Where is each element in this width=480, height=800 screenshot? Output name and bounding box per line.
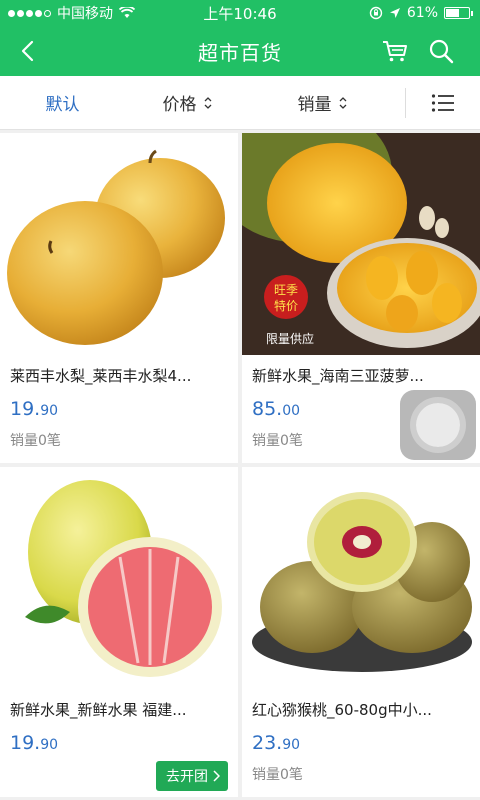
badge-bottom: 特价	[274, 298, 298, 313]
status-left: 中国移动	[8, 3, 135, 23]
top-bar: 中国移动 上午10:46 61% 超市百货	[0, 0, 480, 76]
product-title[interactable]: 新鲜水果_新鲜水果 福建...	[0, 699, 238, 720]
product-image-pears[interactable]	[0, 133, 238, 355]
nav-header: 超市百货	[0, 26, 480, 76]
list-layout-icon	[431, 93, 454, 112]
back-icon[interactable]	[14, 36, 44, 66]
rotation-lock-icon	[369, 6, 383, 20]
battery-fill	[446, 9, 460, 17]
product-card[interactable]: 新鲜水果_新鲜水果 福建... 19.90 去开团	[0, 467, 238, 797]
product-sales: 销量0笔	[10, 433, 61, 449]
product-price: 19.90	[10, 398, 59, 420]
carrier-label: 中国移动	[57, 6, 113, 22]
status-bar: 中国移动 上午10:46 61%	[0, 0, 480, 26]
product-card[interactable]: 红心猕猴桃_60-80g中小... 23.90 销量0笔	[242, 467, 480, 797]
product-title[interactable]: 新鲜水果_海南三亚菠萝...	[242, 365, 480, 386]
sort-toggle-icon	[339, 96, 346, 109]
sort-price-tab[interactable]: 价格	[125, 76, 250, 129]
product-price: 19.90	[10, 732, 59, 754]
start-group-label: 去开团	[166, 769, 208, 785]
badge-top: 旺季	[274, 283, 298, 297]
search-icon[interactable]	[426, 36, 456, 66]
product-image-pomelo[interactable]	[0, 467, 238, 689]
product-card[interactable]: 莱西丰水梨_莱西丰水梨4... 19.90 销量0笔	[0, 133, 238, 463]
location-icon	[389, 8, 400, 18]
product-grid: 莱西丰水梨_莱西丰水梨4... 19.90 销量0笔 旺季 特价 限量供应 新鲜…	[0, 130, 480, 797]
product-sales: 销量0笔	[252, 767, 303, 783]
sort-sales-tab[interactable]: 销量	[250, 76, 395, 129]
sort-toggle-icon	[204, 96, 211, 109]
assistive-touch-button[interactable]	[400, 390, 476, 460]
status-right: 61%	[369, 5, 473, 21]
chevron-right-icon	[213, 770, 220, 782]
sort-sales-label: 销量	[297, 95, 332, 115]
battery-icon	[444, 7, 473, 19]
product-image-kiwi[interactable]	[242, 467, 480, 689]
sort-default-label: 默认	[45, 95, 80, 115]
start-group-button[interactable]: 去开团	[156, 761, 228, 791]
signal-icon	[8, 9, 51, 17]
wifi-icon	[119, 7, 135, 18]
product-image-jackfruit[interactable]: 旺季 特价 限量供应	[242, 133, 480, 355]
sort-default-tab[interactable]: 默认	[0, 76, 125, 129]
product-title[interactable]: 莱西丰水梨_莱西丰水梨4...	[0, 365, 238, 386]
product-price: 23.90	[252, 732, 301, 754]
layout-toggle-button[interactable]	[406, 76, 480, 129]
sort-price-label: 价格	[162, 95, 197, 115]
status-time: 上午10:46	[203, 4, 277, 23]
cart-icon[interactable]	[380, 36, 410, 66]
page-title: 超市百货	[198, 40, 282, 65]
battery-percent: 61%	[406, 5, 438, 21]
sort-bar: 默认 价格 销量	[0, 76, 480, 130]
product-title[interactable]: 红心猕猴桃_60-80g中小...	[242, 699, 480, 720]
assistive-touch-icon	[416, 403, 460, 447]
banner-text: 限量供应	[266, 331, 314, 346]
